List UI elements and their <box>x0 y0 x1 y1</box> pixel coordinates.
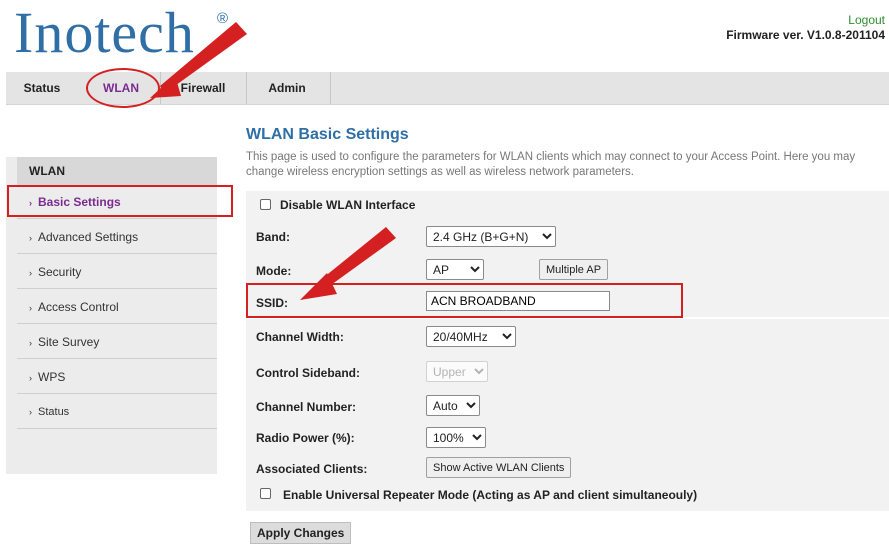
annotation-arrows <box>150 22 396 300</box>
arrow-icon <box>150 22 247 98</box>
arrow-icon <box>300 227 396 300</box>
